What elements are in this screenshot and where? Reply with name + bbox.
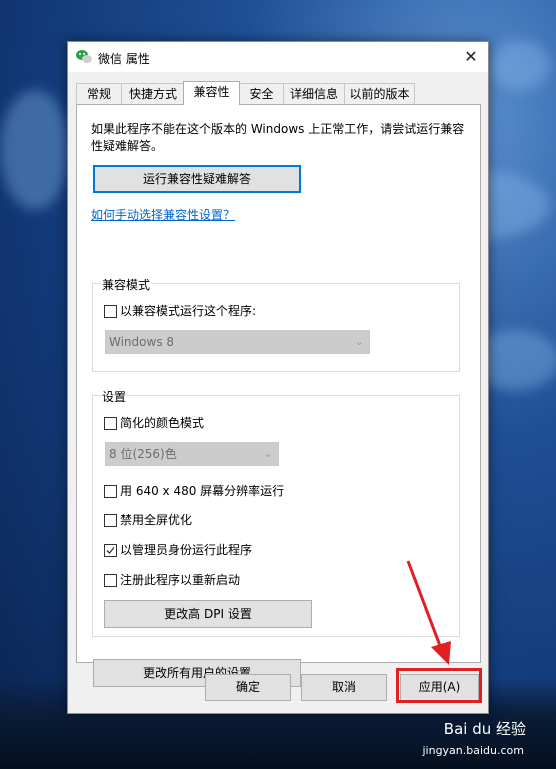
tab-security[interactable]: 安全 bbox=[239, 83, 284, 104]
manual-settings-link[interactable]: 如何手动选择兼容性设置？ bbox=[91, 206, 235, 223]
close-button[interactable]: ✕ bbox=[454, 42, 488, 72]
reduced-color-checkbox[interactable] bbox=[104, 417, 117, 430]
baidu-watermark-url: jingyan.baidu.com bbox=[422, 744, 524, 757]
tab-details[interactable]: 详细信息 bbox=[283, 83, 345, 104]
run-as-admin-label: 以管理员身份运行此程序 bbox=[120, 543, 253, 557]
compat-mode-checkbox-label: 以兼容模式运行这个程序: bbox=[120, 304, 257, 318]
cancel-button[interactable]: 取消 bbox=[301, 674, 387, 701]
baidu-watermark: Bai du 经验 bbox=[443, 720, 526, 738]
intro-text: 如果此程序不能在这个版本的 Windows 上正常工作，请尝试运行兼容性疑难解答… bbox=[91, 122, 465, 153]
checkmark-icon bbox=[106, 547, 115, 554]
apply-highlight-box bbox=[396, 668, 482, 703]
tab-compatibility[interactable]: 兼容性 bbox=[183, 81, 240, 105]
settings-label: 设置 bbox=[101, 388, 128, 405]
register-restart-checkbox[interactable] bbox=[104, 574, 117, 587]
register-restart-label: 注册此程序以重新启动 bbox=[120, 573, 241, 587]
color-mode-select: 8 位(256)色 ⌄ bbox=[105, 442, 279, 466]
tab-general[interactable]: 常规 bbox=[76, 83, 122, 104]
ok-button[interactable]: 确定 bbox=[205, 674, 291, 701]
wechat-app-icon bbox=[76, 50, 92, 63]
tab-shortcut[interactable]: 快捷方式 bbox=[121, 83, 185, 104]
resolution-checkbox[interactable] bbox=[104, 485, 117, 498]
compat-mode-checkbox[interactable] bbox=[104, 305, 117, 318]
color-mode-value: 8 位(256)色 bbox=[109, 447, 177, 461]
fullscreen-opt-checkbox[interactable] bbox=[104, 514, 117, 527]
run-troubleshooter-button[interactable]: 运行兼容性疑难解答 bbox=[93, 165, 301, 193]
fullscreen-opt-label: 禁用全屏优化 bbox=[120, 513, 193, 527]
change-dpi-button[interactable]: 更改高 DPI 设置 bbox=[104, 600, 312, 628]
title-bar: 微信 属性 ✕ bbox=[68, 42, 488, 72]
window-title: 微信 属性 bbox=[98, 52, 150, 66]
resolution-label: 用 640 x 480 屏幕分辨率运行 bbox=[120, 484, 285, 498]
red-arrow-icon bbox=[406, 560, 451, 665]
chevron-down-icon: ⌄ bbox=[354, 335, 364, 348]
run-as-admin-checkbox[interactable] bbox=[104, 544, 117, 557]
os-version-select: Windows 8 ⌄ bbox=[105, 330, 370, 354]
compat-mode-group: 兼容模式 以兼容模式运行这个程序: Windows 8 ⌄ bbox=[92, 276, 460, 372]
chevron-down-icon: ⌄ bbox=[263, 447, 273, 460]
os-version-value: Windows 8 bbox=[109, 335, 175, 349]
compat-mode-label: 兼容模式 bbox=[101, 276, 152, 293]
tab-previous-versions[interactable]: 以前的版本 bbox=[344, 83, 415, 104]
reduced-color-label: 简化的颜色模式 bbox=[120, 416, 205, 430]
